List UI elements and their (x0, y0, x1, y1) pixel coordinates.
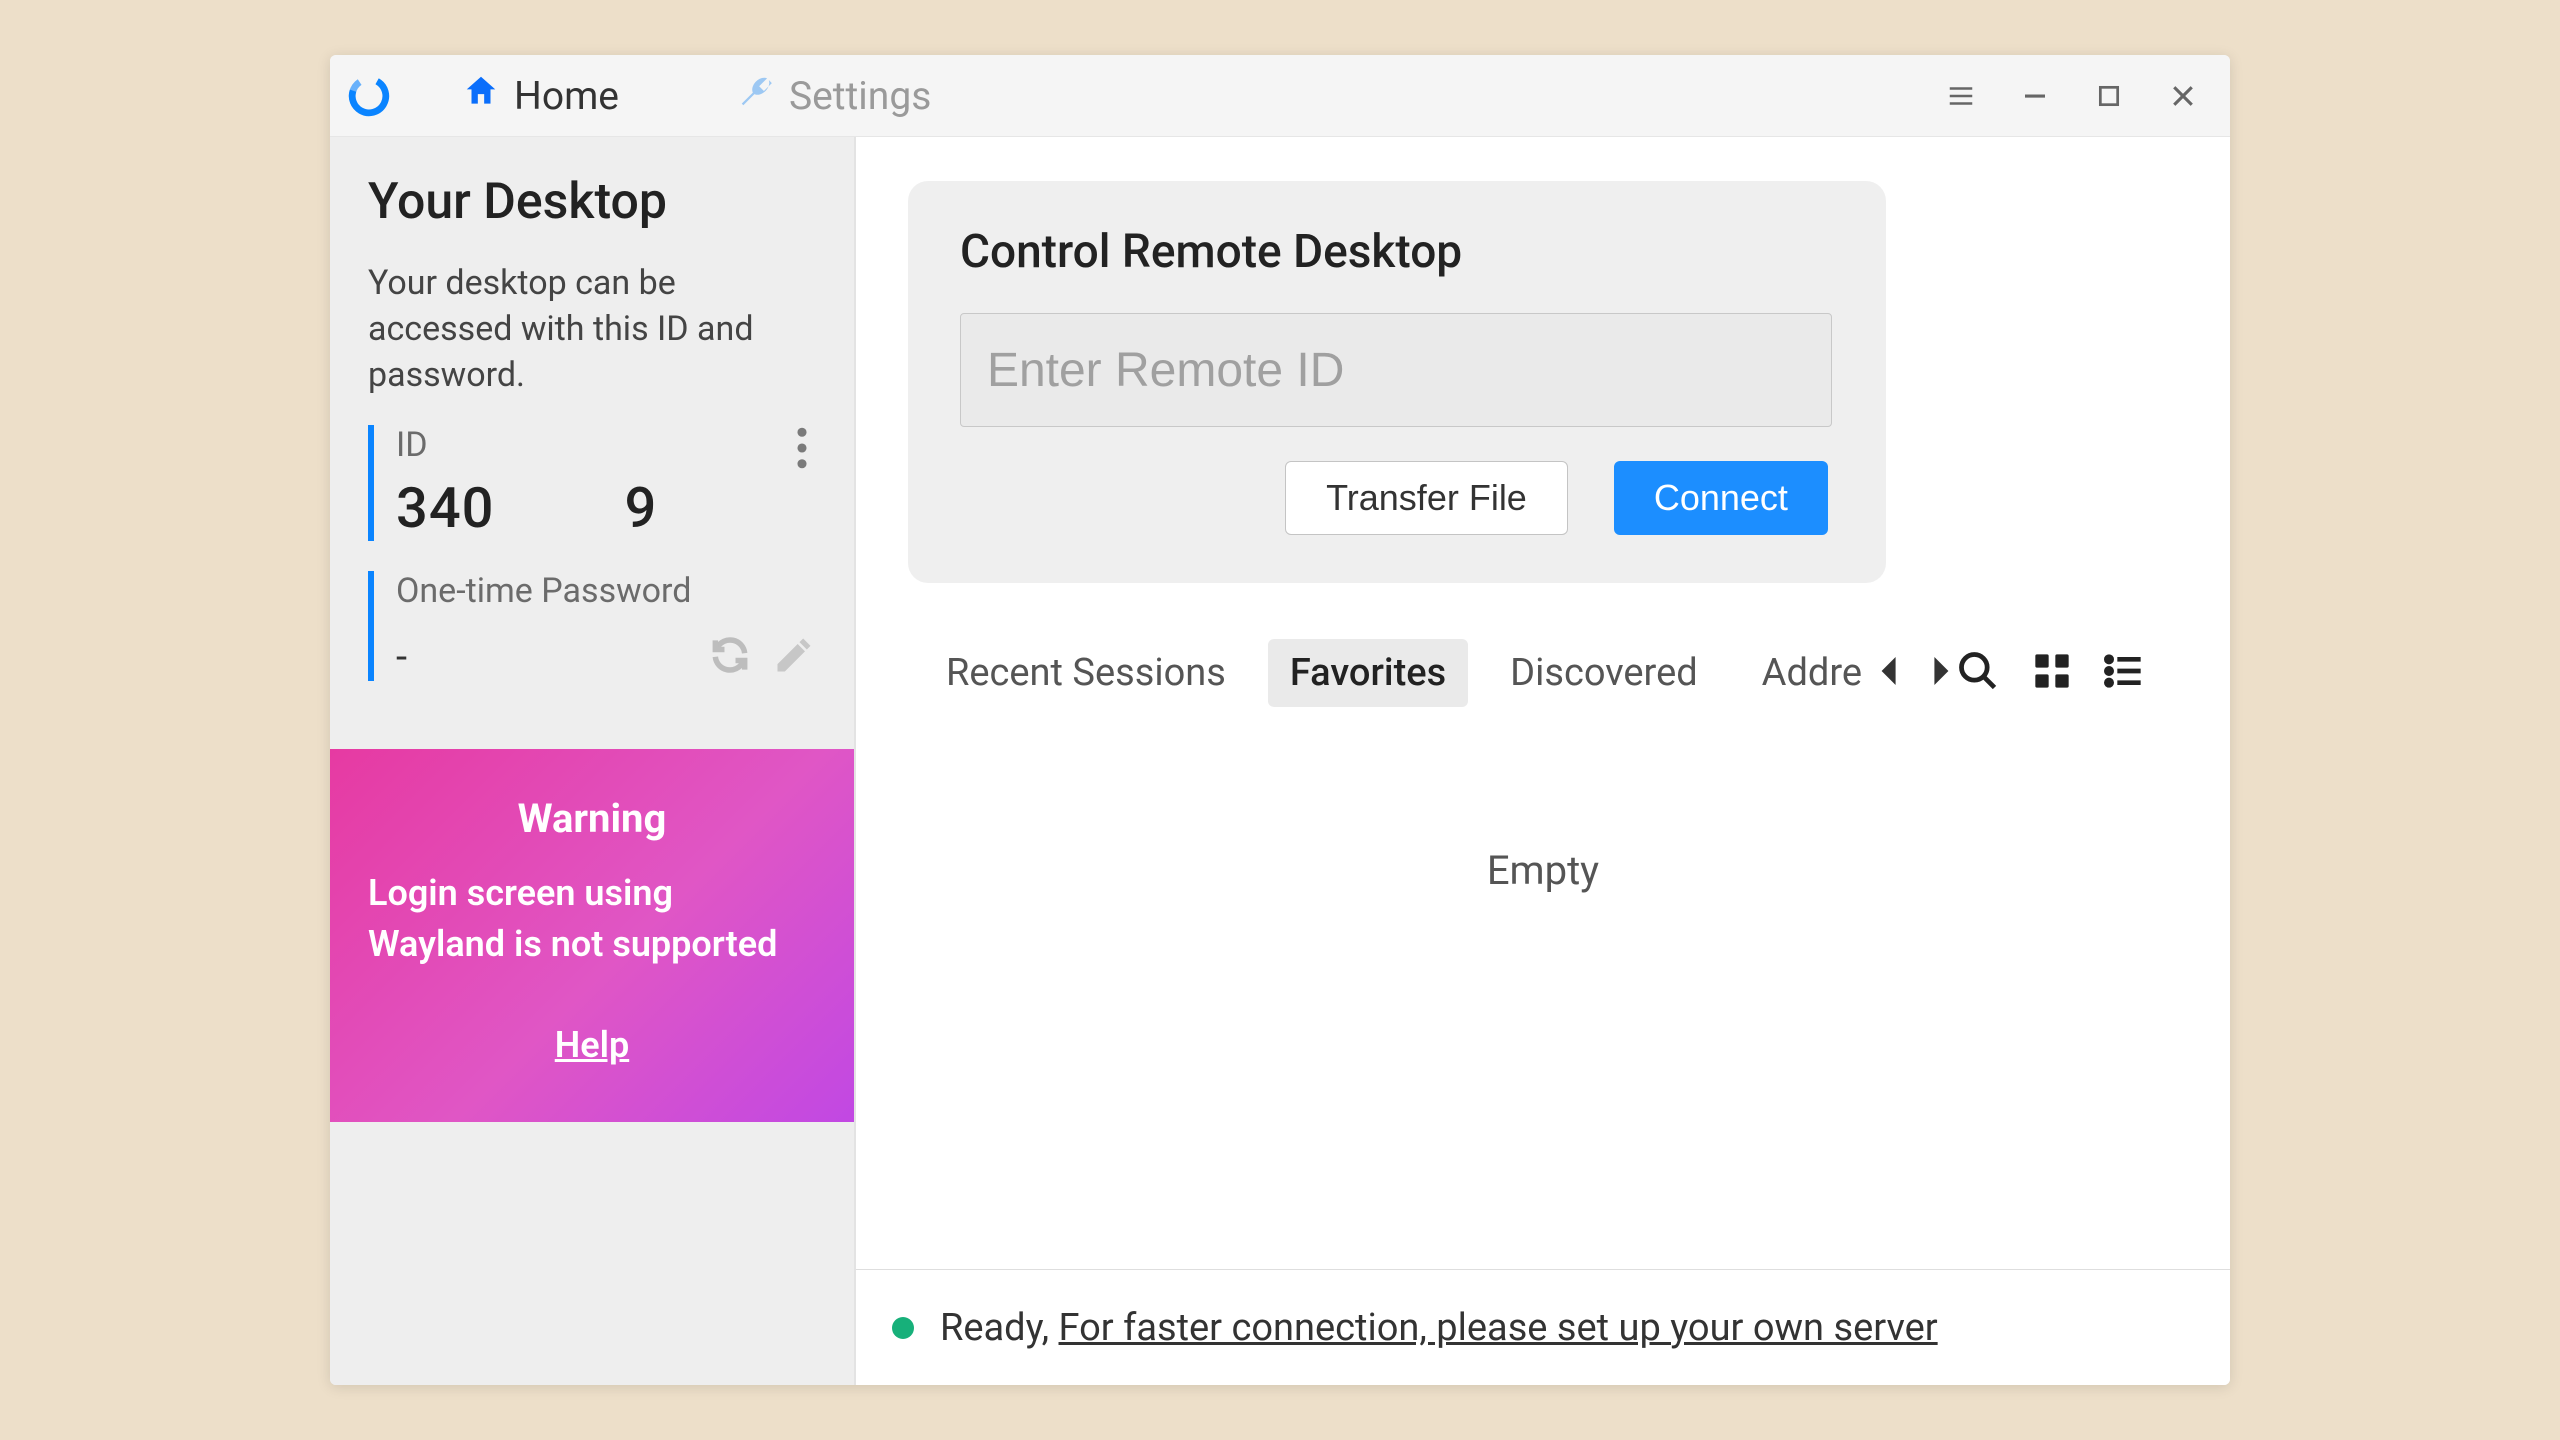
close-icon[interactable] (2166, 79, 2200, 113)
minimize-icon[interactable] (2018, 79, 2052, 113)
home-icon (462, 72, 500, 120)
password-label: One-time Password (396, 571, 816, 611)
transfer-file-button[interactable]: Transfer File (1285, 461, 1568, 535)
kebab-icon[interactable] (788, 427, 816, 473)
sidebar-title: Your Desktop (368, 173, 816, 231)
tab-recent-sessions[interactable]: Recent Sessions (924, 639, 1248, 707)
sessions-list-empty: Empty (856, 707, 2230, 1269)
refresh-icon[interactable] (708, 633, 752, 681)
warning-banner: Warning Login screen using Wayland is no… (330, 749, 854, 1122)
id-block: ID 3409 (368, 425, 816, 541)
password-block: One-time Password - (368, 571, 816, 681)
status-text: Ready, For faster connection, please set… (940, 1306, 1938, 1350)
hamburger-icon[interactable] (1944, 79, 1978, 113)
grid-view-icon[interactable] (2032, 651, 2072, 695)
sessions-tabs: Recent Sessions Favorites Discovered Add… (924, 639, 1866, 707)
password-value: - (396, 633, 407, 680)
panel-title: Control Remote Desktop (960, 225, 1834, 279)
connect-button[interactable]: Connect (1614, 461, 1828, 535)
maximize-icon[interactable] (2092, 79, 2126, 113)
empty-text: Empty (1487, 847, 1599, 894)
tab-discovered[interactable]: Discovered (1488, 639, 1720, 707)
sessions-tabs-row: Recent Sessions Favorites Discovered Add… (908, 583, 2178, 707)
list-view-icon[interactable] (2104, 651, 2144, 695)
app-window: Home Settings Your Des (330, 55, 2230, 1385)
tabs-scroll-right-icon[interactable] (1924, 651, 1956, 695)
statusbar: Ready, For faster connection, please set… (856, 1269, 2230, 1385)
tab-settings[interactable]: Settings (707, 55, 961, 136)
tab-favorites[interactable]: Favorites (1268, 639, 1468, 707)
main-content: Control Remote Desktop Transfer File Con… (856, 137, 2230, 1385)
id-value: 3409 (396, 475, 816, 541)
wrench-icon (737, 72, 775, 120)
control-panel: Control Remote Desktop Transfer File Con… (908, 181, 1886, 583)
status-indicator-icon (892, 1317, 914, 1339)
tab-home-label: Home (514, 73, 619, 119)
remote-id-input[interactable] (960, 313, 1832, 427)
warning-title: Warning (368, 795, 816, 842)
app-logo-icon (348, 75, 390, 117)
warning-help-link[interactable]: Help (368, 1024, 816, 1066)
titlebar: Home Settings (330, 55, 2230, 137)
edit-icon[interactable] (772, 633, 816, 681)
tabs-scroll-left-icon[interactable] (1874, 651, 1906, 695)
tab-home[interactable]: Home (432, 55, 649, 136)
sidebar: Your Desktop Your desktop can be accesse… (330, 137, 856, 1385)
sidebar-description: Your desktop can be accessed with this I… (368, 261, 816, 399)
tab-address[interactable]: Addre (1740, 639, 1866, 707)
status-server-link[interactable]: For faster connection, please set up you… (1059, 1306, 1938, 1350)
warning-body: Login screen using Wayland is not suppor… (368, 868, 816, 970)
id-label: ID (396, 425, 428, 465)
tab-settings-label: Settings (789, 73, 931, 119)
search-icon[interactable] (1956, 649, 2000, 697)
window-controls (1944, 79, 2218, 113)
